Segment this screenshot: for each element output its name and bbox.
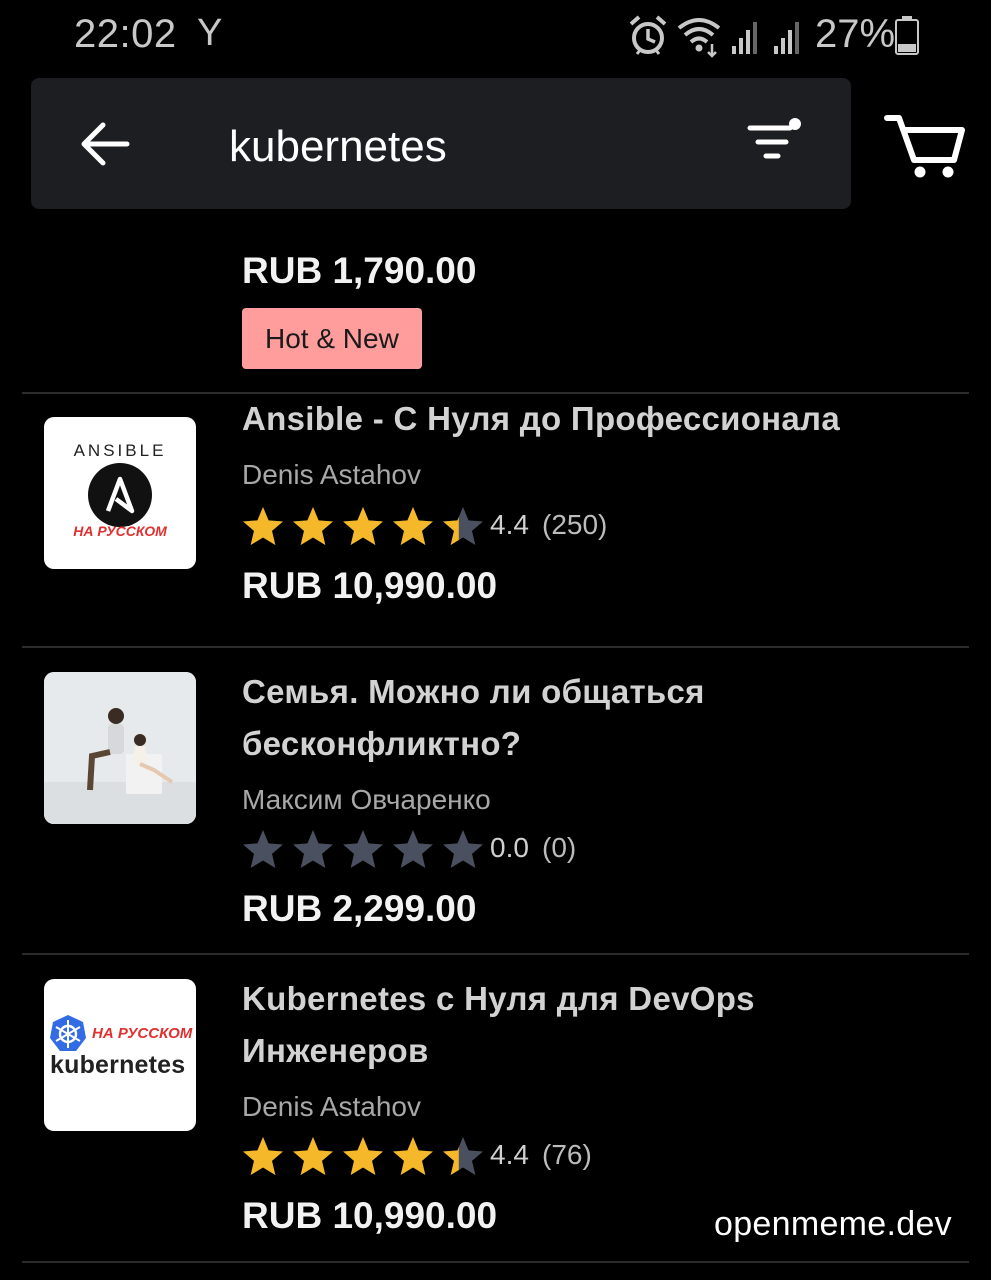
rating-count: (0)	[542, 832, 577, 863]
search-input[interactable]: kubernetes	[229, 122, 447, 172]
filter-icon[interactable]	[746, 114, 806, 170]
hot-new-badge: Hot & New	[242, 308, 422, 369]
kubernetes-logo-icon	[50, 1015, 86, 1051]
course-author: Denis Astahov	[242, 459, 421, 490]
thumbnail-label-bottom: kubernetes	[50, 1051, 186, 1079]
rating-value: 0.0	[490, 832, 529, 863]
course-title: Kubernetes с Нуля для DevOps Инженеров	[242, 980, 755, 1069]
star-filled-icon	[393, 1137, 433, 1175]
back-arrow-icon[interactable]	[79, 118, 131, 170]
signal-icon	[732, 22, 757, 54]
rating-stars	[243, 1137, 483, 1175]
watermark: openmeme.dev	[714, 1205, 952, 1243]
battery-percent: 27%	[815, 12, 896, 56]
rating-stars	[243, 507, 483, 545]
star-empty-icon	[343, 830, 383, 868]
star-filled-icon	[293, 1137, 333, 1175]
course-price: RUB 10,990.00	[242, 1195, 498, 1236]
rating-count: (250)	[542, 509, 608, 540]
star-filled-icon	[343, 507, 383, 545]
course-thumbnail	[44, 672, 196, 824]
cart-icon[interactable]	[884, 112, 968, 182]
couple-photo-icon	[44, 672, 196, 824]
star-filled-icon	[243, 507, 283, 545]
rating-value: 4.4	[490, 1139, 529, 1170]
rating-value: 4.4	[490, 509, 529, 540]
wifi-icon	[677, 18, 721, 58]
star-empty-icon	[293, 830, 333, 868]
signal-icon	[774, 22, 799, 54]
star-empty-icon	[443, 830, 483, 868]
course-thumbnail: НА РУССКОМ kubernetes	[44, 979, 196, 1131]
star-filled-icon	[293, 507, 333, 545]
course-title: Ansible - С Нуля до Профессионала	[242, 400, 840, 437]
results-list: RUB 1,790.00 Hot & New ANSIBLE НА РУССКО…	[0, 210, 991, 1280]
course-author: Denis Astahov	[242, 1091, 421, 1122]
battery-icon	[895, 16, 919, 55]
course-price: RUB 2,299.00	[242, 888, 477, 929]
thumbnail-label-top: ANSIBLE	[73, 441, 167, 460]
thumbnail-label-top: НА РУССКОМ	[92, 1025, 193, 1042]
thumbnail-label-bottom: НА РУССКОМ	[73, 523, 167, 539]
star-empty-icon	[243, 830, 283, 868]
course-card[interactable]: ANSIBLE НА РУССКОМ Ansible - С Нуля до П…	[22, 393, 969, 648]
course-author: Максим Овчаренко	[242, 784, 491, 815]
star-filled-icon	[393, 507, 433, 545]
course-title: Семья. Можно ли общаться бесконфликтно?	[242, 673, 705, 762]
course-price: RUB 10,990.00	[242, 565, 498, 606]
course-card[interactable]: Семья. Можно ли общаться бесконфликтно? …	[22, 648, 969, 955]
star-filled-icon	[343, 1137, 383, 1175]
ansible-logo-icon	[88, 463, 152, 527]
rating-count: (76)	[542, 1139, 592, 1170]
rating-stars	[243, 830, 483, 868]
alarm-icon	[629, 15, 667, 55]
search-bar: kubernetes	[31, 78, 851, 209]
course-price: RUB 1,790.00	[242, 250, 477, 291]
course-card[interactable]: RUB 1,790.00 Hot & New	[22, 210, 969, 394]
status-time: 22:02	[74, 12, 177, 56]
star-empty-icon	[393, 830, 433, 868]
carrier-symbol: Y	[197, 12, 223, 54]
star-filled-icon	[243, 1137, 283, 1175]
course-thumbnail: ANSIBLE НА РУССКОМ	[44, 417, 196, 569]
status-bar: 22:02 Y 27%	[0, 0, 991, 72]
